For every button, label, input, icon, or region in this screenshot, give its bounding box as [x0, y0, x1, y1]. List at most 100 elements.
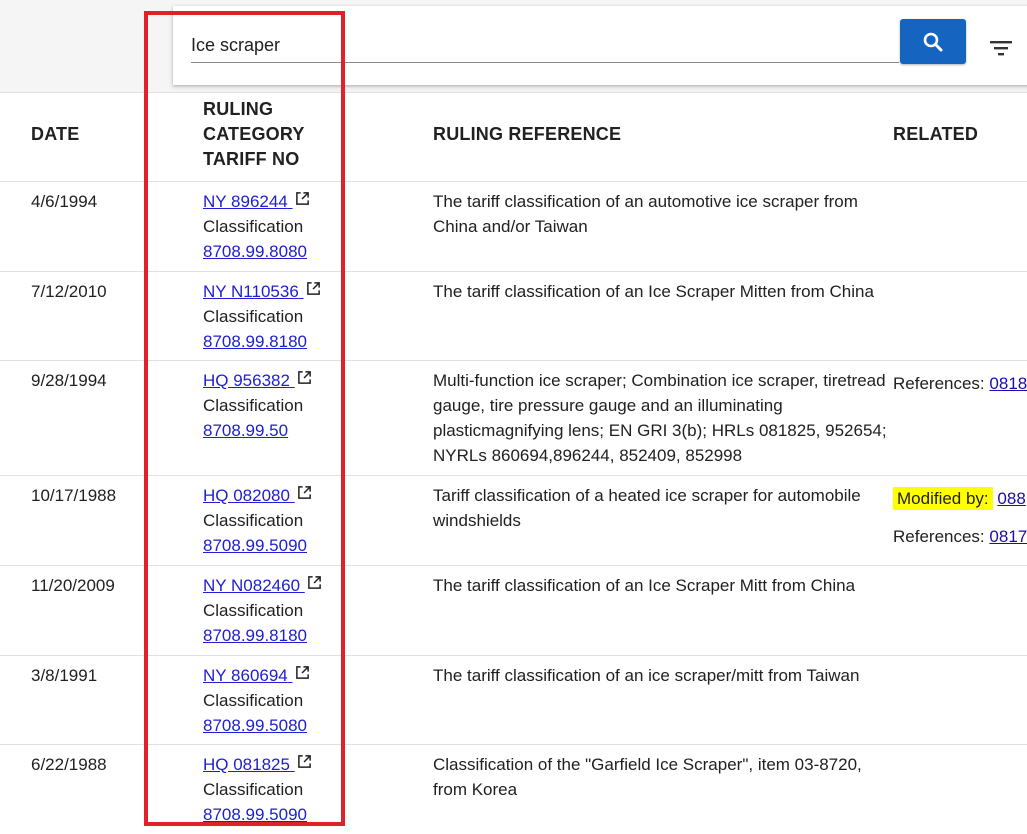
related-label: Modified by:	[893, 487, 993, 510]
ruling-reference: Multi-function ice scraper; Combination …	[433, 371, 887, 465]
related-ruling-link[interactable]: 088	[997, 489, 1025, 508]
ruling-date: 10/17/1988	[31, 486, 117, 505]
header-related[interactable]: RELATED	[893, 122, 978, 147]
external-link-icon	[295, 666, 309, 679]
ruling-reference: The tariff classification of an automoti…	[433, 192, 858, 236]
tariff-number-link[interactable]: 8708.99.8180	[203, 626, 307, 645]
ruling-cell: HQ 082080 Classification 8708.99.5090	[203, 483, 343, 558]
ruling-date: 9/28/1994	[31, 371, 107, 390]
related-label: References:	[893, 527, 985, 546]
external-link-icon	[297, 371, 311, 384]
ruling-number: NY N110536	[203, 282, 299, 301]
ruling-date: 11/20/2009	[31, 576, 115, 595]
related-cell: Modified by: 088 References: 0817	[893, 486, 1027, 549]
ruling-cell: NY 896244 Classification 8708.99.8080	[203, 189, 343, 264]
ruling-link-wrap: NY N110536	[203, 279, 343, 304]
tariff-wrap: 8708.99.8080	[203, 239, 343, 264]
ruling-category: Classification	[203, 691, 304, 710]
tariff-number-link[interactable]: 8708.99.8080	[203, 242, 307, 261]
related-cell: References: 0818	[893, 371, 1027, 396]
ruling-link-wrap: NY 860694	[203, 663, 343, 688]
search-card	[173, 6, 1027, 85]
table-row: 7/12/2010 NY N110536 Classification 8708.9…	[0, 272, 1027, 361]
table-row: 10/17/1988 HQ 082080 Classification 8708.9…	[0, 476, 1027, 566]
related-ruling-link[interactable]: 0817	[989, 527, 1027, 546]
ruling-number-link[interactable]: HQ 081825	[203, 755, 312, 774]
header-ruling-line1: RULING	[203, 99, 274, 119]
tariff-number-link[interactable]: 8708.99.8180	[203, 332, 307, 351]
ruling-reference: Classification of the "Garfield Ice Scra…	[433, 755, 862, 799]
table-body: 4/6/1994 NY 896244 Classification 8708.99.…	[0, 182, 1027, 834]
table-row: 3/8/1991 NY 860694 Classification 8708.99.…	[0, 656, 1027, 745]
ruling-reference: The tariff classification of an Ice Scra…	[433, 282, 874, 301]
results-table: DATE RULING CATEGORY TARIFF NO RULING RE…	[0, 92, 1027, 834]
header-reference[interactable]: RULING REFERENCE	[433, 122, 888, 147]
tariff-wrap: 8708.99.8180	[203, 623, 343, 648]
related-entry: Modified by: 088	[893, 486, 1027, 511]
filter-icon[interactable]	[987, 34, 1015, 62]
tariff-wrap: 8708.99.8180	[203, 329, 343, 354]
ruling-number: HQ 956382	[203, 371, 290, 390]
related-entry: References: 0818	[893, 371, 1027, 396]
ruling-link-wrap: HQ 082080	[203, 483, 343, 508]
ruling-category: Classification	[203, 601, 304, 620]
ruling-number: NY N082460	[203, 576, 301, 595]
external-link-icon	[295, 192, 309, 205]
related-entry: References: 0817	[893, 524, 1027, 549]
ruling-date: 7/12/2010	[31, 282, 107, 301]
ruling-cell: HQ 081825 Classification 8708.99.5090	[203, 752, 343, 827]
tariff-wrap: 8708.99.5090	[203, 802, 343, 827]
table-row: 9/28/1994 HQ 956382 Classification 8708.99…	[0, 361, 1027, 476]
ruling-category: Classification	[203, 780, 304, 799]
ruling-link-wrap: HQ 956382	[203, 368, 343, 393]
ruling-number-link[interactable]: NY 896244	[203, 192, 310, 211]
tariff-number-link[interactable]: 8708.99.50	[203, 421, 288, 440]
related-ruling-link[interactable]: 0818	[989, 374, 1027, 393]
ruling-cell: NY 860694 Classification 8708.99.5080	[203, 663, 343, 738]
search-bar-area	[0, 0, 1027, 92]
ruling-number: HQ 082080	[203, 486, 290, 505]
tariff-wrap: 8708.99.5090	[203, 533, 343, 558]
table-row: 11/20/2009 NY N082460 Classification 8708.…	[0, 566, 1027, 656]
ruling-cell: NY N110536 Classification 8708.99.8180	[203, 279, 343, 354]
ruling-number-link[interactable]: NY N110536	[203, 282, 321, 301]
ruling-link-wrap: HQ 081825	[203, 752, 343, 777]
external-link-icon	[307, 576, 321, 589]
page: DATE RULING CATEGORY TARIFF NO RULING RE…	[0, 0, 1027, 834]
table-header-row: DATE RULING CATEGORY TARIFF NO RULING RE…	[0, 92, 1027, 182]
tariff-number-link[interactable]: 8708.99.5080	[203, 716, 307, 735]
search-input[interactable]	[191, 28, 899, 63]
external-link-icon	[297, 755, 311, 768]
ruling-link-wrap: NY 896244	[203, 189, 343, 214]
header-ruling[interactable]: RULING CATEGORY TARIFF NO	[203, 97, 343, 172]
header-ruling-line2: CATEGORY	[203, 124, 305, 144]
tariff-wrap: 8708.99.5080	[203, 713, 343, 738]
table-row: 4/6/1994 NY 896244 Classification 8708.99.…	[0, 182, 1027, 272]
header-date[interactable]: DATE	[31, 122, 79, 147]
ruling-number-link[interactable]: NY 860694	[203, 666, 310, 685]
ruling-cell: NY N082460 Classification 8708.99.8180	[203, 573, 343, 648]
search-button[interactable]	[900, 19, 966, 64]
ruling-category: Classification	[203, 511, 304, 530]
ruling-date: 3/8/1991	[31, 666, 98, 685]
ruling-category: Classification	[203, 396, 304, 415]
ruling-category: Classification	[203, 217, 304, 236]
ruling-number-link[interactable]: NY N082460	[203, 576, 322, 595]
ruling-reference: The tariff classification of an ice scra…	[433, 666, 860, 685]
ruling-number-link[interactable]: HQ 082080	[203, 486, 312, 505]
table-row: 6/22/1988 HQ 081825 Classification 8708.99…	[0, 745, 1027, 834]
ruling-category: Classification	[203, 307, 304, 326]
ruling-date: 4/6/1994	[31, 192, 98, 211]
ruling-number-link[interactable]: HQ 956382	[203, 371, 312, 390]
tariff-number-link[interactable]: 8708.99.5090	[203, 536, 307, 555]
ruling-date: 6/22/1988	[31, 755, 107, 774]
ruling-reference: The tariff classification of an Ice Scra…	[433, 576, 856, 595]
external-link-icon	[306, 282, 320, 295]
ruling-reference: Tariff classification of a heated ice sc…	[433, 486, 861, 530]
related-label: References:	[893, 374, 985, 393]
ruling-cell: HQ 956382 Classification 8708.99.50	[203, 368, 343, 443]
tariff-wrap: 8708.99.50	[203, 418, 343, 443]
ruling-link-wrap: NY N082460	[203, 573, 343, 598]
external-link-icon	[297, 486, 311, 499]
tariff-number-link[interactable]: 8708.99.5090	[203, 805, 307, 824]
